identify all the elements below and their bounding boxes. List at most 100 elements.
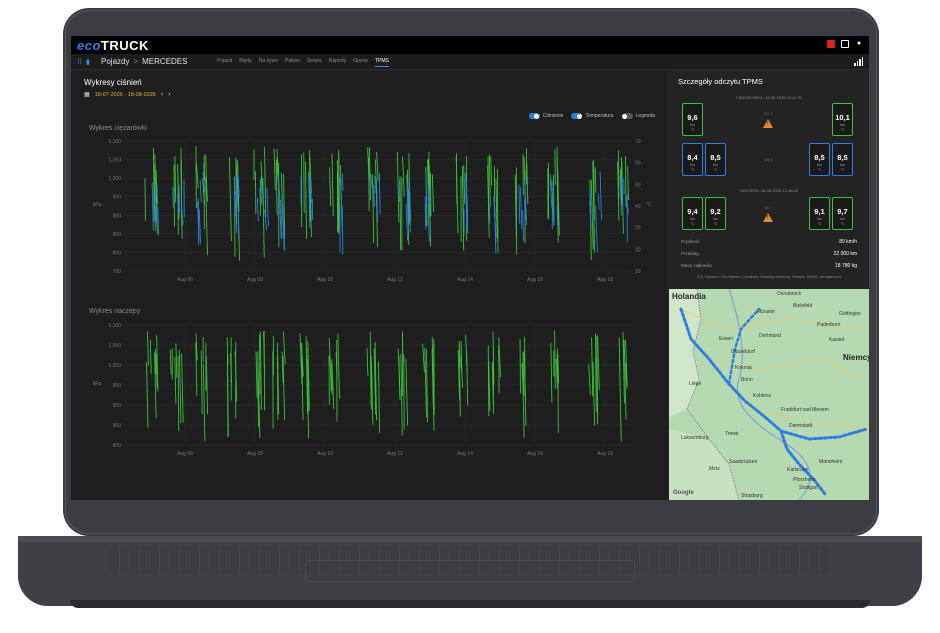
trailer-axle-label: Oś 1 — [764, 205, 773, 210]
x-tick-label: Aug 06 — [177, 277, 193, 283]
truck-tire-rear-right-outer[interactable]: 8,5 bar °C — [832, 143, 853, 176]
chat-icon[interactable] — [841, 40, 849, 48]
x-tick-label: Aug 12 — [387, 451, 403, 457]
map-label: Göttingen — [839, 311, 861, 317]
tab-na-zywo[interactable]: Na żywo — [259, 58, 278, 67]
y-tick-label: 950 — [113, 383, 122, 389]
truck-tire-rear-right-inner[interactable]: 8,5 bar °C — [809, 143, 830, 176]
map-label: Bonn — [741, 377, 753, 383]
tab-serwis[interactable]: Serwis — [307, 58, 322, 67]
date-range-value[interactable]: 18-07-2026 - 18-08-2026 — [95, 92, 156, 98]
pressure-stroke — [590, 180, 594, 250]
pressure-stroke — [200, 350, 203, 415]
tab-tpms[interactable]: TPMS — [375, 58, 389, 67]
app-logo[interactable]: ecoTRUCK — [77, 38, 149, 53]
toggle-legend-label: Legenda — [635, 113, 655, 119]
x-tick-label: Aug 10 — [317, 451, 333, 457]
trailer-tire-left-inner[interactable]: 9,2 bar °C — [705, 197, 726, 230]
breadcrumb-vehicle: MERCEDES — [142, 57, 188, 66]
tab-pojazd[interactable]: Pojazd — [217, 58, 232, 67]
truck-tire-front-right[interactable]: 10,1 bar °C — [832, 103, 853, 136]
tire-value: 8,5 — [837, 153, 848, 162]
laptop-hinge — [18, 536, 922, 542]
date-range: ▦ 18-07-2026 - 18-08-2026 ‹ › — [84, 91, 171, 98]
tab-opony[interactable]: Opony — [353, 58, 368, 67]
y-axis-label: kPa — [93, 202, 102, 208]
pressure-stroke — [282, 355, 286, 421]
pressure-stroke — [372, 174, 375, 243]
pressure-stroke — [195, 163, 199, 189]
temperature-stroke — [155, 206, 157, 224]
map-label: Kassel — [829, 337, 845, 343]
truck-reading-header: CIĘŻARÓWKA: 18-08-2026 12:44:31 — [735, 95, 803, 100]
next-range-icon[interactable]: › — [168, 91, 170, 98]
info-mass: Masa całkowita 18 780 kg — [681, 263, 857, 269]
pressure-stroke — [259, 331, 262, 410]
toggle-legend[interactable]: Legenda — [621, 113, 655, 119]
breadcrumb-root[interactable]: Pojazdy — [101, 57, 129, 66]
toggle-temperature[interactable]: Temperatura — [571, 113, 614, 119]
alert-icon[interactable] — [827, 40, 835, 48]
temperature-stroke — [425, 173, 428, 205]
map-label: Düsseldorf — [731, 349, 755, 355]
temperature-stroke — [493, 196, 495, 213]
tire-temp: °C — [690, 128, 695, 132]
trackpad — [305, 560, 635, 582]
temperature-switch[interactable] — [571, 113, 583, 119]
tab-raporty[interactable]: Raporty — [329, 58, 347, 67]
route-map[interactable]: Holandia Osnabrück Bielefeld Münster Pad… — [669, 289, 869, 500]
tab-bledy[interactable]: Błędy — [239, 58, 252, 67]
temperature-stroke — [198, 209, 202, 245]
pressure-switch[interactable] — [528, 113, 540, 119]
trailer-tire-left-outer[interactable]: 9,4 bar °C — [682, 197, 703, 230]
pressure-stroke — [627, 165, 629, 201]
y2-tick-label: 70 — [635, 139, 641, 145]
temperature-stroke — [518, 184, 521, 225]
tire-unit: bar — [689, 217, 696, 221]
map-label: Darmstadt — [789, 423, 813, 429]
tire-value: 9,2 — [710, 207, 721, 216]
y-tick-label: 1,000 — [108, 176, 121, 182]
grid-menu-icon[interactable]: ⠿ — [77, 58, 82, 66]
y-tick-label: 800 — [113, 250, 122, 256]
y2-tick-label: 60 — [635, 161, 641, 167]
info-value: 22 000 km — [833, 251, 857, 257]
truck-tire-rear-left-outer[interactable]: 8,4 bar °C — [682, 143, 703, 176]
pressure-stroke — [550, 342, 553, 403]
signal-icon — [854, 57, 863, 66]
truck-tire-front-left[interactable]: 9,6 bar °C — [682, 103, 703, 136]
tab-paliwo[interactable]: Paliwo — [285, 58, 300, 67]
nav-bar: ⠿ ▮ Pojazdy > MERCEDES Pojazd Błędy Na żyw… — [71, 54, 869, 70]
pressure-stroke — [495, 178, 498, 239]
y-tick-label: 1,050 — [108, 158, 121, 164]
tire-value: 9,6 — [687, 113, 698, 122]
pressure-stroke — [174, 155, 177, 203]
user-icon[interactable]: ● — [855, 40, 863, 48]
toggle-temperature-label: Temperatura — [585, 113, 614, 119]
pressure-stroke — [591, 337, 594, 397]
temperature-stroke — [342, 173, 344, 191]
temperature-stroke — [266, 187, 269, 227]
legend-switch[interactable] — [621, 113, 633, 119]
prev-range-icon[interactable]: ‹ — [161, 91, 163, 98]
calendar-icon[interactable]: ▦ — [84, 91, 90, 98]
temperature-stroke — [370, 173, 373, 189]
map-icon[interactable]: ▮ — [86, 58, 90, 66]
x-tick-label: Aug 14 — [457, 277, 473, 283]
truck-tire-rear-left-inner[interactable]: 8,5 bar °C — [705, 143, 726, 176]
temperature-stroke — [178, 185, 181, 212]
y2-tick-label: 50 — [635, 182, 641, 188]
pressure-stroke — [228, 156, 232, 242]
trailer-tire-right-inner[interactable]: 9,1 bar °C — [809, 197, 830, 230]
trailer-chart[interactable]: 1,100 1,050 1,000 950 900 850 800 kPa Aug 06 Aug … — [71, 317, 667, 467]
pressure-stroke — [592, 362, 596, 426]
tire-unit: bar — [689, 163, 696, 167]
truck-chart[interactable]: 1,100 1,050 1,000 950 900 850 800 750 70 60 50 40 30… — [71, 133, 667, 293]
pressure-stroke — [378, 361, 380, 433]
tire-temp: °C — [713, 168, 718, 172]
y2-tick-label: 10 — [635, 269, 641, 275]
laptop-screen: ecoTRUCK ● ⠿ ▮ Pojazdy > MERCEDES Pojazd B… — [71, 36, 869, 500]
pressure-stroke — [255, 351, 258, 398]
trailer-tire-right-outer[interactable]: 9,7 bar °C — [832, 197, 853, 230]
toggle-pressure[interactable]: Ciśnienie — [528, 113, 563, 119]
